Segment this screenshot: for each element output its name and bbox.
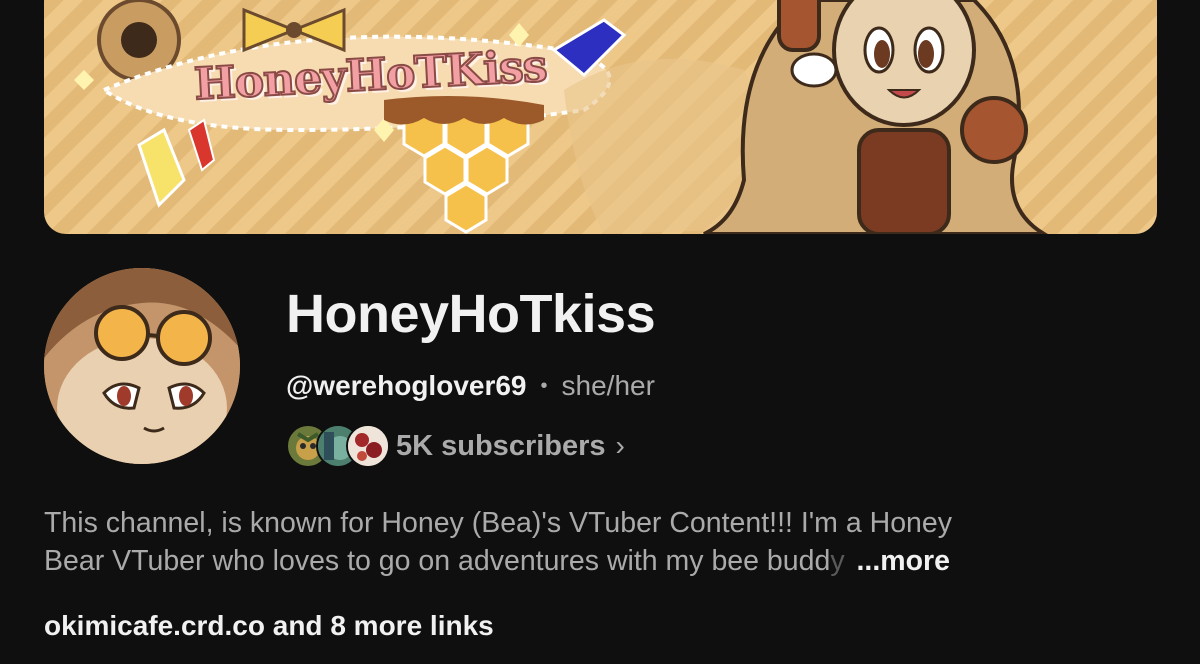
channel-name: HoneyHoTkiss	[286, 284, 656, 344]
channel-links[interactable]: okimicafe.crd.co and 8 more links	[44, 610, 494, 642]
separator-dot: •	[540, 374, 548, 397]
description-fade-text: y	[830, 545, 845, 577]
avatar-artwork	[44, 268, 240, 464]
subscriber-avatar	[346, 424, 390, 468]
subscriber-count: 5K subscribers	[396, 429, 606, 462]
channel-pronouns: she/her	[561, 370, 655, 401]
channel-description[interactable]: This channel, is known for Honey (Bea)'s…	[44, 504, 1154, 580]
channel-handle[interactable]: @werehoglover69	[286, 370, 527, 402]
more-button[interactable]: ...more	[857, 545, 950, 577]
banner-artwork	[74, 0, 1048, 234]
description-line-1: This channel, is known for Honey (Bea)'s…	[44, 507, 952, 539]
channel-banner: HoneyHoTKiss	[44, 0, 1157, 234]
description-line-2: Bear VTuber who loves to go on adventure…	[44, 542, 1154, 580]
channel-avatar[interactable]	[44, 268, 240, 464]
subscribers-link[interactable]: 5K subscribers ›	[286, 424, 625, 468]
channel-meta: @werehoglover69 • she/her	[286, 370, 655, 402]
chevron-right-icon: ›	[615, 430, 625, 461]
description-line-2-text: Bear VTuber who loves to go on adventure…	[44, 545, 831, 577]
subscriber-avatars	[286, 424, 390, 468]
